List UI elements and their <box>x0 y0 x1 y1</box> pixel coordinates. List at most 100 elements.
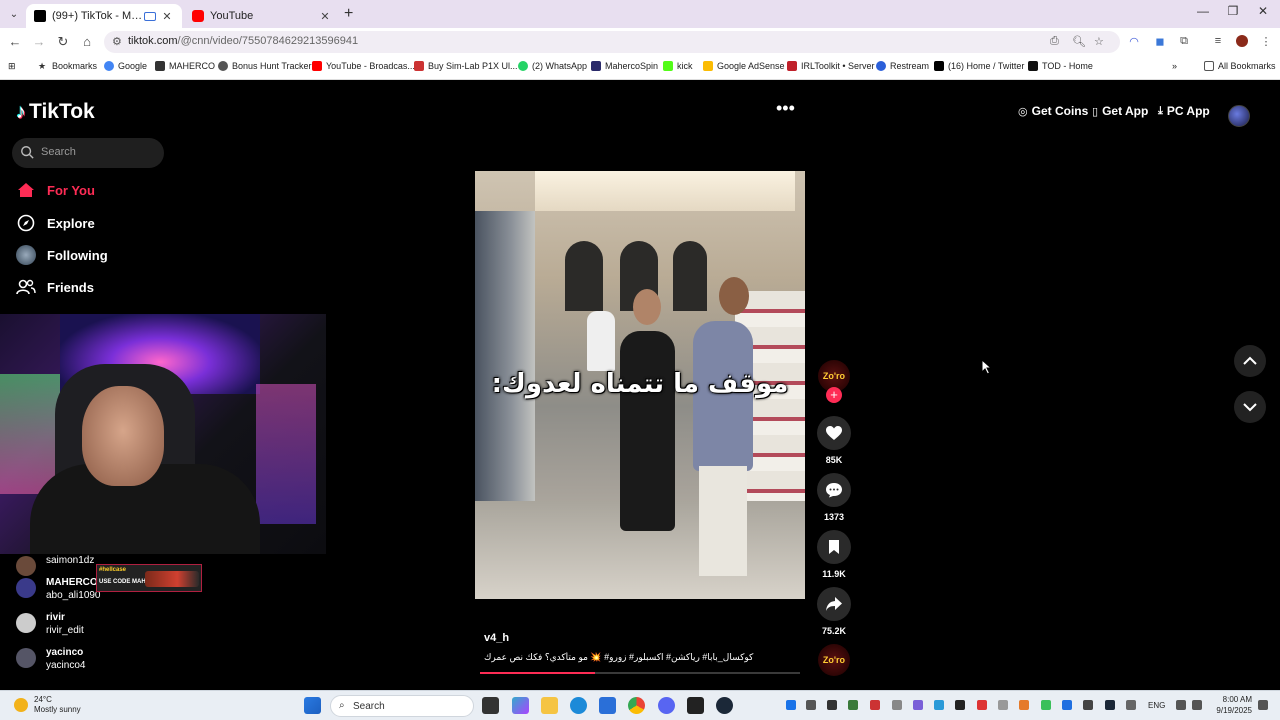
extensions-puzzle-icon[interactable]: ⧉ <box>1176 35 1192 49</box>
edge-icon[interactable] <box>570 697 587 714</box>
search-input[interactable]: Search <box>12 138 164 168</box>
tray-icon[interactable] <box>892 700 902 710</box>
tray-icon[interactable] <box>934 700 944 710</box>
nav-for-you[interactable]: For You <box>16 180 95 200</box>
menu-icon[interactable]: ⋮ <box>1258 35 1274 49</box>
discord-icon[interactable] <box>658 697 675 714</box>
apps-icon[interactable]: ⊞ <box>8 61 16 72</box>
tray-icon[interactable] <box>827 700 837 710</box>
tray-icon[interactable] <box>848 700 858 710</box>
tray-icon[interactable] <box>786 700 796 710</box>
save-button[interactable]: 11.9K <box>816 530 852 579</box>
like-button[interactable]: 85K <box>816 416 852 465</box>
bookmark-item[interactable]: YouTube - Broadcas... <box>312 61 415 71</box>
bookmark-item[interactable]: MAHERCO <box>155 61 215 71</box>
bookmark-item[interactable]: Restream <box>876 61 929 71</box>
music-disc-icon[interactable]: Zo'ro <box>818 644 850 676</box>
tiktok-logo[interactable]: ♪ TikTok <box>16 100 95 124</box>
more-bookmarks-icon[interactable]: » <box>1172 61 1177 71</box>
close-window-button[interactable]: ✕ <box>1248 4 1278 18</box>
back-button[interactable]: ← <box>6 33 24 51</box>
bookmark-item[interactable]: Bonus Hunt Tracker <box>218 61 312 71</box>
volume-icon[interactable] <box>1192 700 1202 710</box>
bookmark-item[interactable]: Google AdSense <box>703 61 785 71</box>
tray-icon[interactable] <box>998 700 1008 710</box>
close-tab-icon[interactable]: ✕ <box>160 10 174 23</box>
close-tab-icon[interactable]: ✕ <box>318 10 332 23</box>
chrome-icon[interactable] <box>628 697 645 714</box>
bookmark-item[interactable]: Google <box>104 61 147 71</box>
system-clock[interactable]: 8:00 AM 9/19/2025 <box>1212 694 1252 716</box>
all-bookmarks-folder[interactable]: All Bookmarks <box>1204 61 1276 71</box>
bookmark-item[interactable]: Buy Sim-Lab P1X Ul... <box>414 61 518 71</box>
site-info-icon[interactable]: ⚙ <box>112 35 122 48</box>
forward-button[interactable]: → <box>30 33 48 51</box>
microphone-icon[interactable] <box>1126 700 1136 710</box>
tray-icon[interactable] <box>806 700 816 710</box>
video-progress-bar[interactable] <box>480 672 800 674</box>
bookmark-item[interactable]: kick <box>663 61 693 71</box>
new-tab-button[interactable]: + <box>344 5 353 23</box>
minimize-button[interactable]: — <box>1188 4 1218 18</box>
video-player[interactable]: موقف ما تتمناه لعدوك: <box>475 171 805 599</box>
zoom-icon[interactable]: 🔍︎ <box>1072 35 1086 48</box>
store-icon[interactable] <box>599 697 616 714</box>
nav-friends[interactable]: Friends <box>16 277 94 297</box>
notifications-icon[interactable] <box>1258 700 1268 710</box>
task-view-icon[interactable] <box>482 697 499 714</box>
share-button[interactable]: 75.2K <box>816 587 852 636</box>
bookmark-item[interactable]: (2) WhatsApp <box>518 61 587 71</box>
steam-icon[interactable] <box>716 697 733 714</box>
list-item[interactable]: MAHERCO abo_ali1090 <box>16 576 101 602</box>
user-avatar[interactable] <box>1228 105 1250 127</box>
install-icon[interactable]: ⎙ <box>1050 35 1059 48</box>
list-item[interactable]: saimon1dz <box>16 554 94 576</box>
home-button[interactable]: ⌂ <box>78 33 96 51</box>
tray-icon[interactable] <box>1019 700 1029 710</box>
epic-games-icon[interactable] <box>687 697 704 714</box>
tab-search-button[interactable]: ⌄ <box>4 4 24 24</box>
comment-button[interactable]: 1373 <box>816 473 852 522</box>
reload-button[interactable]: ↻ <box>54 33 72 51</box>
sponsor-banner[interactable]: #hellcase USE CODE MAHERCO <box>96 564 202 592</box>
tab-tiktok[interactable]: (99+) TikTok - Make Your Day ✕ <box>26 4 182 28</box>
get-app-button[interactable]: ▯ Get App <box>1092 104 1148 118</box>
next-video-button[interactable] <box>1234 391 1266 423</box>
bookmark-item[interactable]: ★ Bookmarks <box>38 61 97 71</box>
bookmark-item[interactable]: MahercoSpin <box>591 61 658 71</box>
nav-explore[interactable]: Explore <box>16 213 95 233</box>
tab-youtube[interactable]: YouTube ✕ <box>184 4 340 28</box>
list-item[interactable]: yacinco yacinco4 <box>16 646 85 672</box>
copilot-icon[interactable] <box>512 697 529 714</box>
start-button[interactable] <box>304 697 321 714</box>
profile-avatar[interactable] <box>1234 35 1250 49</box>
get-coins-button[interactable]: ◎ Get Coins <box>1018 104 1088 118</box>
video-author[interactable]: v4_h <box>484 632 509 644</box>
more-options-icon[interactable]: ••• <box>776 98 795 119</box>
bookmark-star-icon[interactable]: ☆ <box>1094 35 1104 48</box>
tray-icon[interactable] <box>955 700 965 710</box>
restore-button[interactable]: ❐ <box>1218 4 1248 18</box>
extension-icon[interactable]: ◠ <box>1126 35 1142 49</box>
tray-icon[interactable] <box>977 700 987 710</box>
bookmark-item[interactable]: (16) Home / Twitter <box>934 61 1024 71</box>
bluetooth-icon[interactable] <box>1062 700 1072 710</box>
file-explorer-icon[interactable] <box>541 697 558 714</box>
language-indicator[interactable]: ENG <box>1148 701 1165 710</box>
pc-app-button[interactable]: ⤓ PC App <box>1158 104 1210 118</box>
tray-icon[interactable] <box>1083 700 1093 710</box>
weather-widget[interactable]: 24°C Mostly sunny <box>14 695 81 715</box>
tray-icon[interactable] <box>913 700 923 710</box>
tray-icon[interactable] <box>870 700 880 710</box>
tray-icon[interactable] <box>1105 700 1115 710</box>
taskbar-search[interactable]: ⌕ Search <box>330 695 474 717</box>
bookmark-item[interactable]: IRLToolkit • Server <box>787 61 875 71</box>
reading-list-icon[interactable]: ≡ <box>1210 35 1226 49</box>
extension-icon[interactable]: ◼ <box>1152 35 1168 49</box>
nav-following[interactable]: Following <box>16 245 108 265</box>
bookmark-item[interactable]: TOD - Home <box>1028 61 1093 71</box>
list-item[interactable]: rivir rivir_edit <box>16 611 84 637</box>
follow-button[interactable]: + <box>826 387 842 403</box>
address-bar[interactable]: ⚙ tiktok.com/@cnn/video/7550784629213596… <box>104 31 1120 53</box>
network-icon[interactable] <box>1176 700 1186 710</box>
